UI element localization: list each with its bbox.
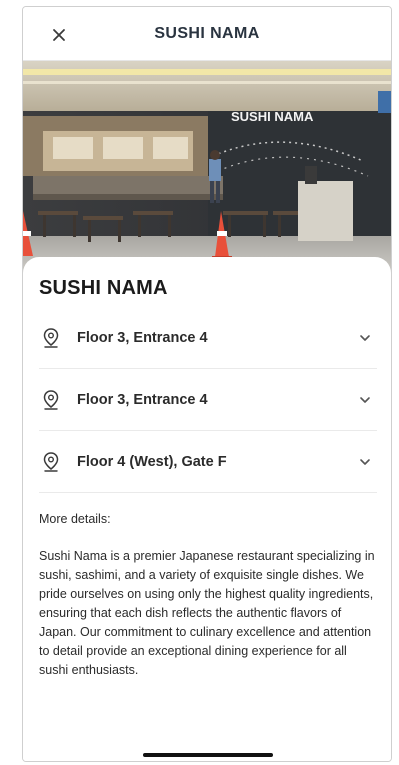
chevron-down-icon[interactable]: [357, 330, 373, 346]
top-bar: SUSHI NAMA: [23, 7, 391, 61]
location-item[interactable]: Floor 3, Entrance 4: [39, 369, 377, 431]
location-list: Floor 3, Entrance 4 Floor 3, Entrance 4: [39, 307, 377, 493]
restaurant-photo: SUSHI NAMA: [23, 61, 391, 276]
app-screen: SUSHI NAMA SUSHI NAMA SUSHI NAMA Floor 3…: [22, 6, 392, 762]
location-pin-icon: [41, 451, 61, 473]
chevron-down-icon[interactable]: [357, 454, 373, 470]
close-icon: [53, 29, 65, 41]
location-pin-icon: [41, 389, 61, 411]
restaurant-name: SUSHI NAMA: [39, 277, 168, 299]
location-label: Floor 3, Entrance 4: [77, 391, 208, 408]
more-details-label: More details:: [39, 512, 111, 526]
location-label: Floor 4 (West), Gate F: [77, 453, 227, 470]
location-pin-icon: [41, 327, 61, 349]
chevron-down-icon[interactable]: [357, 392, 373, 408]
page-title: SUSHI NAMA: [154, 24, 260, 42]
close-button[interactable]: [47, 23, 71, 47]
location-item[interactable]: Floor 4 (West), Gate F: [39, 431, 377, 493]
restaurant-description: Sushi Nama is a premier Japanese restaur…: [39, 549, 375, 677]
sign-text: SUSHI NAMA: [231, 109, 314, 124]
location-item[interactable]: Floor 3, Entrance 4: [39, 307, 377, 369]
location-label: Floor 3, Entrance 4: [77, 329, 208, 346]
details-card: SUSHI NAMA Floor 3, Entrance 4 Floor 3, …: [23, 257, 391, 761]
home-indicator[interactable]: [143, 753, 273, 757]
